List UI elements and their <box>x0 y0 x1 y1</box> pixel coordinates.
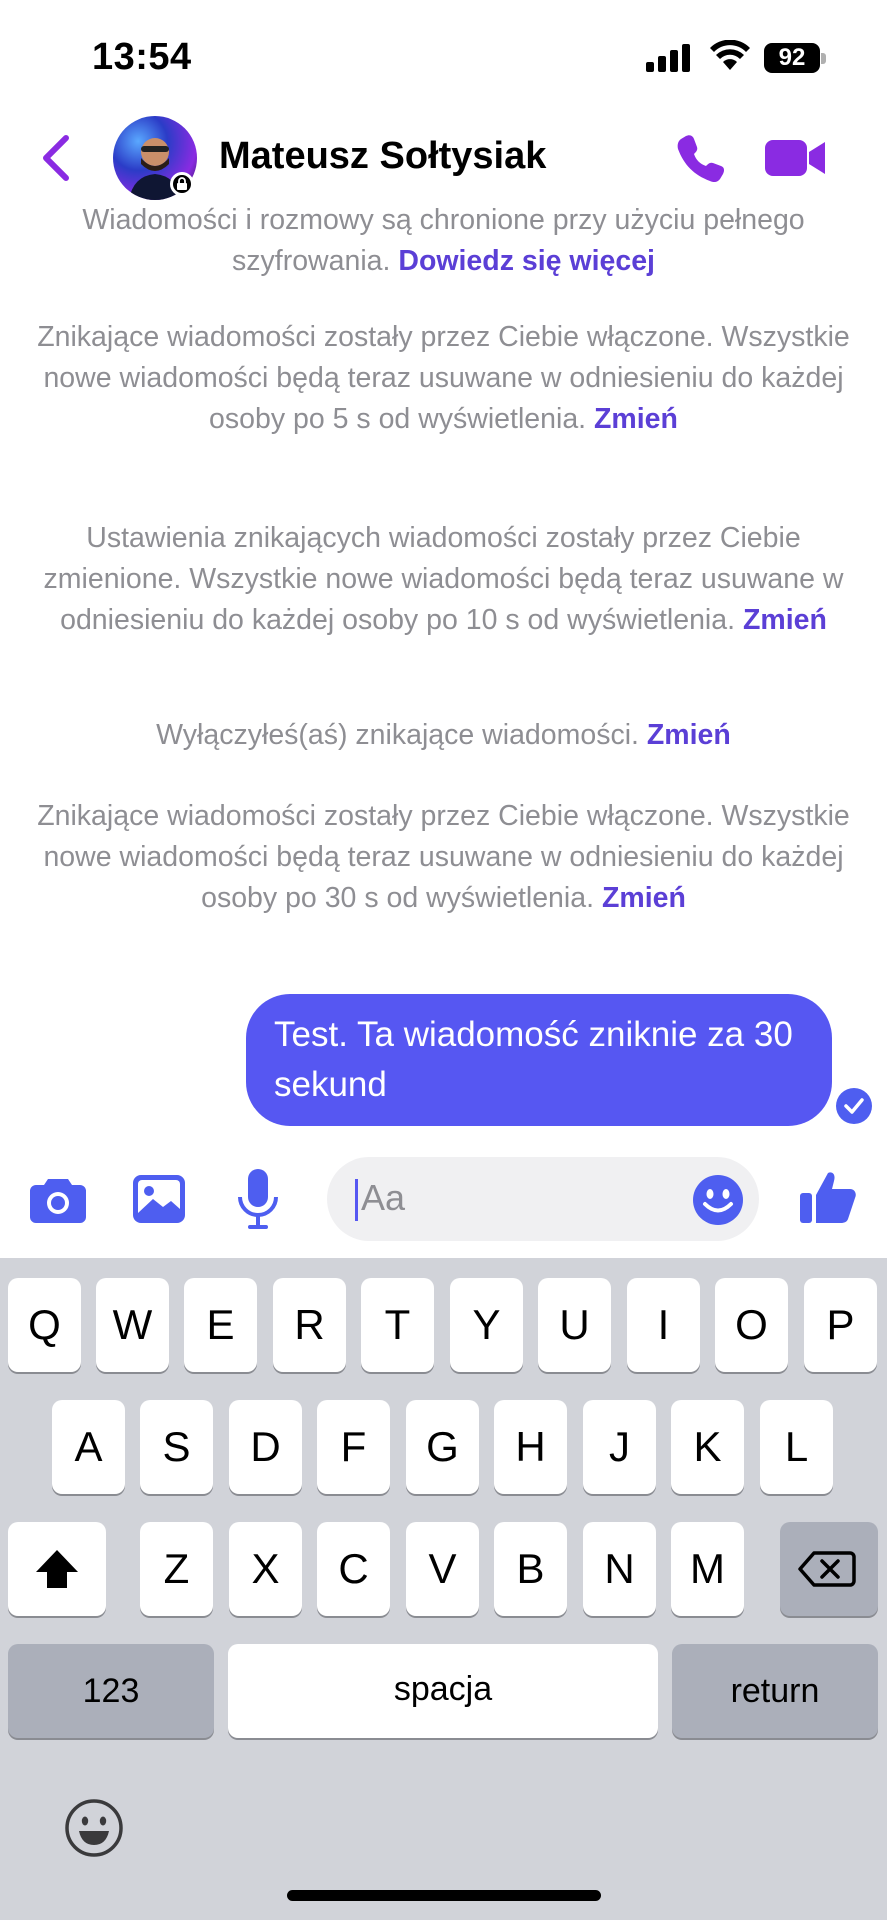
battery-level: 92 <box>778 44 806 71</box>
system-message-disappearing-10s: Ustawienia znikających wiadomości został… <box>43 522 844 636</box>
key-i[interactable]: I <box>627 1278 700 1372</box>
system-message-disappearing-30s: Znikające wiadomości zostały przez Ciebi… <box>37 800 850 914</box>
change-link[interactable]: Zmień <box>743 604 827 636</box>
key-k[interactable]: K <box>671 1400 744 1494</box>
change-link[interactable]: Zmień <box>647 719 731 751</box>
backspace-key[interactable] <box>780 1522 878 1616</box>
microphone-icon[interactable] <box>238 1169 278 1231</box>
change-link[interactable]: Zmień <box>594 403 678 435</box>
key-q[interactable]: Q <box>8 1278 81 1372</box>
contact-name[interactable]: Mateusz Sołtysiak <box>219 135 546 178</box>
camera-icon[interactable] <box>30 1175 86 1223</box>
key-f[interactable]: F <box>317 1400 390 1494</box>
status-time: 13:54 <box>92 36 192 78</box>
key-b[interactable]: B <box>494 1522 567 1616</box>
back-button[interactable] <box>36 130 76 186</box>
message-composer: Aa <box>0 1145 887 1255</box>
key-z[interactable]: Z <box>140 1522 213 1616</box>
key-t[interactable]: T <box>361 1278 434 1372</box>
seen-checkmark-icon <box>836 1088 872 1124</box>
status-bar: 13:54 92 <box>0 0 887 110</box>
phone-call-button[interactable] <box>672 130 728 186</box>
numbers-key[interactable]: 123 <box>8 1644 214 1738</box>
key-e[interactable]: E <box>184 1278 257 1372</box>
lock-icon <box>170 172 194 196</box>
system-message-encryption: Wiadomości i rozmowy są chronione przy u… <box>82 204 805 277</box>
key-w[interactable]: W <box>96 1278 169 1372</box>
cellular-signal-icon <box>646 44 690 72</box>
key-x[interactable]: X <box>229 1522 302 1616</box>
system-message-disappearing-5s: Znikające wiadomości zostały przez Ciebi… <box>37 321 850 435</box>
key-y[interactable]: Y <box>450 1278 523 1372</box>
space-key[interactable]: spacja <box>228 1644 658 1738</box>
key-j[interactable]: J <box>583 1400 656 1494</box>
key-h[interactable]: H <box>494 1400 567 1494</box>
chat-header: Mateusz Sołtysiak <box>0 110 887 208</box>
battery-icon: 92 <box>764 43 826 73</box>
key-c[interactable]: C <box>317 1522 390 1616</box>
key-u[interactable]: U <box>538 1278 611 1372</box>
gallery-icon[interactable] <box>133 1175 185 1223</box>
keyboard: Q W E R T Y U I O P A S D F G H J K L Z … <box>0 1258 887 1920</box>
key-r[interactable]: R <box>273 1278 346 1372</box>
change-link[interactable]: Zmień <box>602 882 686 914</box>
wifi-icon <box>710 40 750 70</box>
key-n[interactable]: N <box>583 1522 656 1616</box>
thumbs-up-icon[interactable] <box>800 1169 856 1225</box>
backspace-icon <box>798 1551 856 1587</box>
key-v[interactable]: V <box>406 1522 479 1616</box>
learn-more-link[interactable]: Dowiedz się więcej <box>398 245 655 277</box>
key-d[interactable]: D <box>229 1400 302 1494</box>
home-indicator[interactable] <box>287 1890 601 1901</box>
conversation: Wiadomości i rozmowy są chronione przy u… <box>0 200 887 1140</box>
key-p[interactable]: P <box>804 1278 877 1372</box>
key-m[interactable]: M <box>671 1522 744 1616</box>
video-call-button[interactable] <box>765 134 827 182</box>
key-a[interactable]: A <box>52 1400 125 1494</box>
emoji-icon[interactable] <box>693 1175 743 1225</box>
outgoing-message-bubble[interactable]: Test. Ta wiadomość zniknie za 30 sekund <box>246 994 832 1126</box>
return-key[interactable]: return <box>672 1644 878 1738</box>
message-input-placeholder: Aa <box>361 1177 406 1218</box>
key-l[interactable]: L <box>760 1400 833 1494</box>
system-message-disappearing-off: Wyłączyłeś(aś) znikające wiadomości. Zmi… <box>156 719 731 751</box>
key-g[interactable]: G <box>406 1400 479 1494</box>
shift-key[interactable] <box>8 1522 106 1616</box>
message-input[interactable]: Aa <box>327 1157 759 1241</box>
key-o[interactable]: O <box>715 1278 788 1372</box>
text-caret <box>355 1179 358 1221</box>
key-s[interactable]: S <box>140 1400 213 1494</box>
emoji-keyboard-icon[interactable] <box>64 1798 124 1858</box>
shift-arrow-icon <box>36 1550 78 1588</box>
